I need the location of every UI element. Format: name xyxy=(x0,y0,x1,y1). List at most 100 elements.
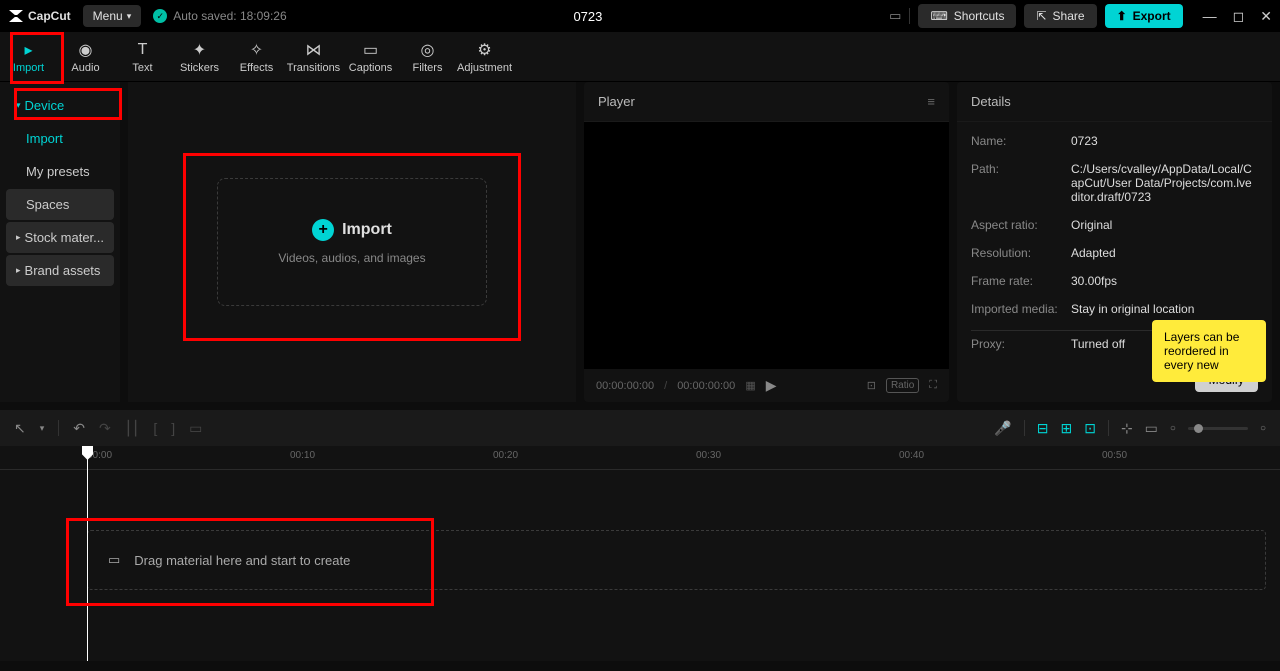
close-button[interactable]: ✕ xyxy=(1260,8,1272,25)
delete-tool[interactable]: ▭ xyxy=(189,420,202,437)
import-subtitle: Videos, audios, and images xyxy=(278,251,425,265)
tab-captions[interactable]: ▭Captions xyxy=(342,36,399,78)
ruler-mark: 00:30 xyxy=(696,450,721,461)
time-current: 00:00:00:00 xyxy=(596,380,654,392)
import-icon: ▸ xyxy=(19,40,39,60)
playhead[interactable] xyxy=(87,446,88,661)
detail-media-label: Imported media: xyxy=(971,302,1071,316)
undo-button[interactable]: ↶ xyxy=(73,420,85,437)
chevron-down-icon: ▾ xyxy=(127,11,132,22)
play-icon[interactable]: ▶ xyxy=(766,377,777,394)
focus-icon[interactable]: ⊡ xyxy=(867,379,876,392)
tab-import[interactable]: ▸Import xyxy=(0,36,57,78)
detail-proxy-label: Proxy: xyxy=(971,337,1071,351)
cursor-tool[interactable]: ↖ xyxy=(14,420,26,437)
grid-icon[interactable]: ▦ xyxy=(745,379,755,392)
sidebar-spaces[interactable]: Spaces xyxy=(6,189,114,220)
zoom-slider[interactable] xyxy=(1188,427,1248,430)
snap-icon[interactable]: ⊟ xyxy=(1037,420,1049,437)
detail-name-label: Name: xyxy=(971,134,1071,148)
filters-icon: ◎ xyxy=(418,40,438,60)
tooltip: Layers can be reordered in every new xyxy=(1152,320,1266,382)
keyboard-icon: ⌨ xyxy=(930,9,947,23)
detail-path-label: Path: xyxy=(971,162,1071,204)
tab-text[interactable]: TText xyxy=(114,36,171,78)
project-title: 0723 xyxy=(299,9,877,24)
trim-left-tool[interactable]: [ xyxy=(153,420,157,436)
caret-icon: ▸ xyxy=(16,232,21,243)
app-logo: CapCut xyxy=(8,8,71,24)
align-icon[interactable]: ⊹ xyxy=(1121,420,1133,437)
timeline[interactable]: 00:00 00:10 00:20 00:30 00:40 00:50 ▭ Dr… xyxy=(0,446,1280,661)
stickers-icon: ✦ xyxy=(190,40,210,60)
link-icon[interactable]: ⊡ xyxy=(1084,420,1096,437)
tab-transitions[interactable]: ⋈Transitions xyxy=(285,36,342,78)
maximize-button[interactable]: ◻ xyxy=(1233,8,1245,25)
fullscreen-icon[interactable]: ⛶ xyxy=(929,379,937,392)
ratio-button[interactable]: Ratio xyxy=(886,378,919,393)
share-button[interactable]: ⇱ Share xyxy=(1024,4,1096,28)
detail-proxy-value: Turned off xyxy=(1071,337,1125,351)
magnet-icon[interactable]: ⊞ xyxy=(1060,420,1072,437)
time-total: 00:00:00:00 xyxy=(677,380,735,392)
app-name: CapCut xyxy=(28,9,71,23)
tab-audio[interactable]: ◉Audio xyxy=(57,36,114,78)
detail-res-value: Adapted xyxy=(1071,246,1116,260)
tab-effects[interactable]: ✧Effects xyxy=(228,36,285,78)
zoom-out-icon[interactable]: ○ xyxy=(1170,423,1176,434)
audio-icon: ◉ xyxy=(76,40,96,60)
ruler-mark: 00:40 xyxy=(899,450,924,461)
ruler-mark: 00:10 xyxy=(290,450,315,461)
redo-button[interactable]: ↷ xyxy=(99,420,111,437)
zoom-in-icon[interactable]: ○ xyxy=(1260,423,1266,434)
trim-right-tool[interactable]: ] xyxy=(171,420,175,436)
detail-aspect-value: Original xyxy=(1071,218,1112,232)
detail-fps-value: 30.00fps xyxy=(1071,274,1117,288)
shortcuts-button[interactable]: ⌨ Shortcuts xyxy=(918,4,1016,28)
minimize-button[interactable]: — xyxy=(1203,8,1217,25)
detail-name-value: 0723 xyxy=(1071,134,1098,148)
autosave-status: ✓ Auto saved: 18:09:26 xyxy=(153,9,286,23)
preview-icon[interactable]: ▭ xyxy=(1145,420,1158,437)
player-footer: 00:00:00:00 / 00:00:00:00 ▦ ▶ ⊡ Ratio ⛶ xyxy=(584,369,949,402)
sidebar-device[interactable]: ▾Device xyxy=(6,90,114,121)
detail-aspect-label: Aspect ratio: xyxy=(971,218,1071,232)
player-header: Player ≡ xyxy=(584,82,949,122)
timeline-toolbar: ↖ ▾ ↶ ↷ ⎮⎮ [ ] ▭ 🎤 ⊟ ⊞ ⊡ ⊹ ▭ ○ ○ xyxy=(0,410,1280,446)
sidebar-stock[interactable]: ▸Stock mater... xyxy=(6,222,114,253)
menu-button[interactable]: Menu ▾ xyxy=(83,5,142,27)
share-icon: ⇱ xyxy=(1036,9,1046,23)
tab-adjustment[interactable]: ⚙Adjustment xyxy=(456,36,513,78)
effects-icon: ✧ xyxy=(247,40,267,60)
sidebar-presets[interactable]: My presets xyxy=(6,156,114,187)
detail-media-value: Stay in original location xyxy=(1071,302,1194,316)
window-controls: — ◻ ✕ xyxy=(1203,8,1272,25)
tab-stickers[interactable]: ✦Stickers xyxy=(171,36,228,78)
cursor-dropdown[interactable]: ▾ xyxy=(40,423,45,434)
capcut-logo-icon xyxy=(8,8,24,24)
caret-icon: ▸ xyxy=(16,265,21,276)
captions-icon: ▭ xyxy=(361,40,381,60)
split-tool[interactable]: ⎮⎮ xyxy=(125,420,140,437)
player-viewport[interactable] xyxy=(584,122,949,369)
mic-icon[interactable]: 🎤 xyxy=(994,420,1011,437)
sidebar-brand[interactable]: ▸Brand assets xyxy=(6,255,114,286)
export-button[interactable]: ⬆ Export xyxy=(1105,4,1183,28)
caret-icon: ▾ xyxy=(16,100,21,111)
tab-filters[interactable]: ◎Filters xyxy=(399,36,456,78)
main-area: ▾Device Import My presets Spaces ▸Stock … xyxy=(0,82,1280,402)
timeline-ruler[interactable]: 00:00 00:10 00:20 00:30 00:40 00:50 xyxy=(0,446,1280,470)
check-icon: ✓ xyxy=(153,9,167,23)
tabs-bar: ▸Import ◉Audio TText ✦Stickers ✧Effects … xyxy=(0,32,1280,82)
layout-icon[interactable]: ▭ xyxy=(889,8,901,24)
timeline-track[interactable]: ▭ Drag material here and start to create xyxy=(87,530,1266,590)
sidebar: ▾Device Import My presets Spaces ▸Stock … xyxy=(0,82,120,402)
film-icon: ▭ xyxy=(108,552,120,568)
export-icon: ⬆ xyxy=(1117,9,1127,23)
sidebar-import[interactable]: Import xyxy=(6,123,114,154)
detail-path-value: C:/Users/cvalley/AppData/Local/CapCut/Us… xyxy=(1071,162,1258,204)
details-header: Details xyxy=(957,82,1272,122)
menu-icon[interactable]: ≡ xyxy=(927,94,935,109)
ruler-mark: 00:20 xyxy=(493,450,518,461)
import-dropzone[interactable]: + Import Videos, audios, and images xyxy=(217,178,486,306)
